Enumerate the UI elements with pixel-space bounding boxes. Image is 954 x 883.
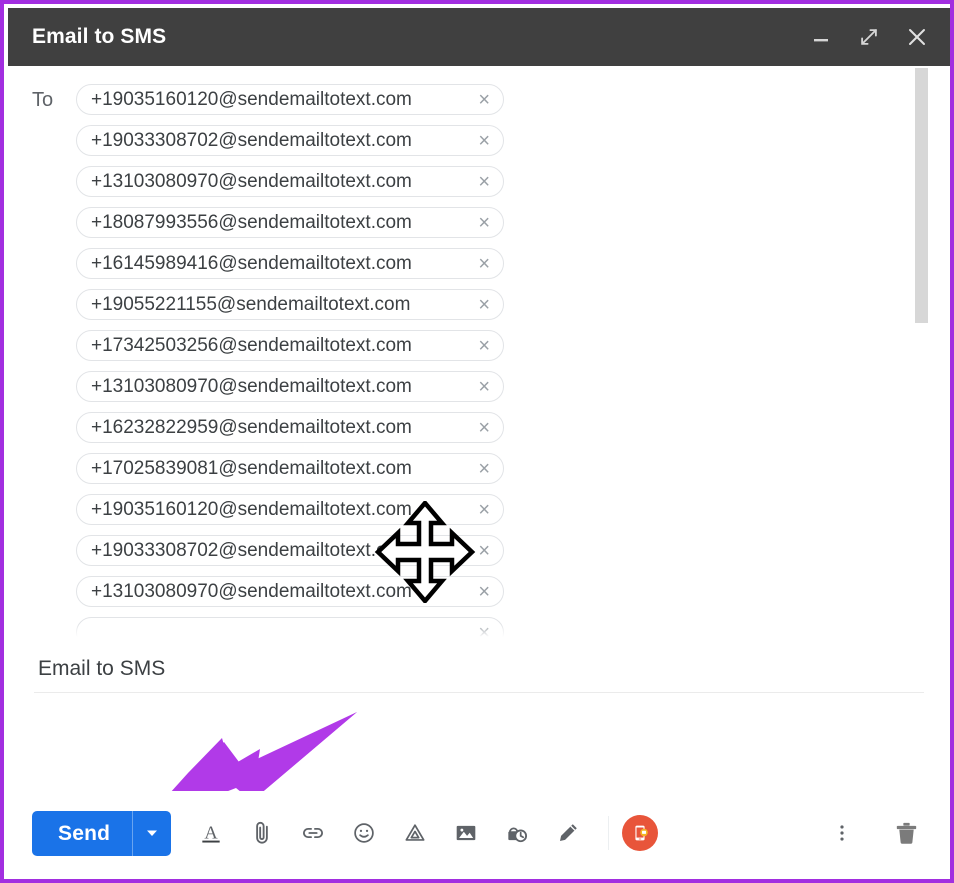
compose-toolbar: Send A — [8, 791, 950, 875]
recipients-scrollbar[interactable] — [915, 66, 928, 641]
attach-file-icon[interactable] — [236, 808, 287, 858]
remove-recipient-icon[interactable]: × — [470, 295, 490, 315]
remove-recipient-icon[interactable]: × — [470, 459, 490, 479]
insert-photo-icon[interactable] — [440, 808, 491, 858]
recipients-scrollbar-thumb[interactable] — [915, 68, 928, 323]
subject-field[interactable]: Email to SMS — [8, 644, 950, 692]
recipient-chip-label: +16145989416@sendemailtotext.com — [91, 253, 412, 274]
recipient-chip-label: +19035160120@sendemailtotext.com — [91, 89, 412, 110]
toolbar-icon-group: A — [185, 808, 593, 858]
recipient-chip-list: +19035160120@sendemailtotext.com × +190333… — [76, 84, 504, 641]
recipient-chip[interactable]: +19033308702@sendemailtotext.com × — [76, 535, 504, 566]
remove-recipient-icon[interactable]: × — [470, 90, 490, 110]
remove-recipient-icon[interactable]: × — [470, 541, 490, 561]
remove-recipient-icon[interactable]: × — [470, 418, 490, 438]
compose-window: Email to SMS To +19035160120@sendemailto… — [0, 0, 954, 883]
formatting-options-icon[interactable]: A — [185, 808, 236, 858]
remove-recipient-icon[interactable]: × — [470, 336, 490, 356]
recipient-chip-label: +17342503256@sendemailtotext.com — [91, 335, 412, 356]
recipient-chip-label: +13103080970@sendemailtotext.com — [91, 581, 412, 602]
to-label: To — [32, 89, 54, 111]
fullscreen-icon[interactable] — [856, 24, 882, 50]
sms-addon-icon[interactable] — [622, 815, 659, 851]
recipient-chip[interactable]: +16232822959@sendemailtotext.com × — [76, 412, 504, 443]
more-options-icon[interactable] — [816, 808, 867, 858]
message-body-field[interactable] — [8, 694, 950, 799]
recipient-chip-label: +16232822959@sendemailtotext.com — [91, 417, 412, 438]
toolbar-right-group — [816, 808, 932, 858]
subject-underline — [34, 692, 924, 693]
insert-drive-file-icon[interactable] — [389, 808, 440, 858]
recipient-chip[interactable]: +16145989416@sendemailtotext.com × — [76, 248, 504, 279]
discard-draft-icon[interactable] — [881, 808, 932, 858]
recipient-chip[interactable]: +13103080970@sendemailtotext.com × — [76, 166, 504, 197]
recipient-chip-label: +13103080970@sendemailtotext.com — [91, 376, 412, 397]
remove-recipient-icon[interactable]: × — [470, 623, 490, 642]
minimize-icon[interactable] — [808, 24, 834, 50]
remove-recipient-icon[interactable]: × — [470, 213, 490, 233]
recipient-chip[interactable]: +17342503256@sendemailtotext.com × — [76, 330, 504, 361]
insert-emoji-icon[interactable] — [338, 808, 389, 858]
send-button-label: Send — [58, 821, 111, 845]
recipient-chip[interactable]: +13103080970@sendemailtotext.com × — [76, 371, 504, 402]
recipient-chip[interactable]: +19033308702@sendemailtotext.com × — [76, 125, 504, 156]
remove-recipient-icon[interactable]: × — [470, 377, 490, 397]
subject-value: Email to SMS — [38, 656, 166, 680]
recipient-chip-label: +19033308702@sendemailtotext.com — [91, 130, 412, 151]
recipient-chip-label: +17025839081@sendemailtotext.com — [91, 458, 412, 479]
compose-window-title: Email to SMS — [32, 25, 167, 48]
recipient-chip[interactable]: +18087993556@sendemailtotext.com × — [76, 207, 504, 238]
recipient-chip[interactable]: +17025839081@sendemailtotext.com × — [76, 453, 504, 484]
send-button[interactable]: Send — [32, 810, 172, 856]
recipient-chip[interactable]: +19035160120@sendemailtotext.com × — [76, 84, 504, 115]
compose-titlebar[interactable]: Email to SMS — [8, 8, 950, 66]
remove-recipient-icon[interactable]: × — [470, 582, 490, 602]
svg-text:A: A — [204, 822, 218, 842]
recipient-chip-label: +19035160120@sendemailtotext.com — [91, 499, 412, 520]
window-controls — [808, 24, 938, 50]
recipient-chip-partial[interactable]: × — [76, 617, 504, 641]
recipient-chip-label: +19055221155@sendemailtotext.com — [91, 294, 411, 315]
recipient-chip[interactable]: +13103080970@sendemailtotext.com × — [76, 576, 504, 607]
recipient-chip-label: +19033308702@sendemailtotext.com — [91, 540, 412, 561]
close-icon[interactable] — [904, 24, 930, 50]
toolbar-divider — [608, 816, 610, 850]
recipients-area[interactable]: To +19035160120@sendemailtotext.com × +190… — [8, 66, 950, 641]
recipient-chip-label: +18087993556@sendemailtotext.com — [91, 212, 412, 233]
recipient-chip[interactable]: +19055221155@sendemailtotext.com × — [76, 289, 504, 320]
remove-recipient-icon[interactable]: × — [470, 254, 490, 274]
send-options-chevron-down-icon[interactable] — [133, 811, 171, 856]
recipient-chip[interactable]: +19035160120@sendemailtotext.com × — [76, 494, 504, 525]
recipient-chip-label: +13103080970@sendemailtotext.com — [91, 171, 412, 192]
remove-recipient-icon[interactable]: × — [470, 500, 490, 520]
insert-link-icon[interactable] — [287, 808, 338, 858]
remove-recipient-icon[interactable]: × — [470, 172, 490, 192]
insert-signature-icon[interactable] — [542, 808, 593, 858]
remove-recipient-icon[interactable]: × — [470, 131, 490, 151]
confidential-mode-icon[interactable] — [491, 808, 542, 858]
